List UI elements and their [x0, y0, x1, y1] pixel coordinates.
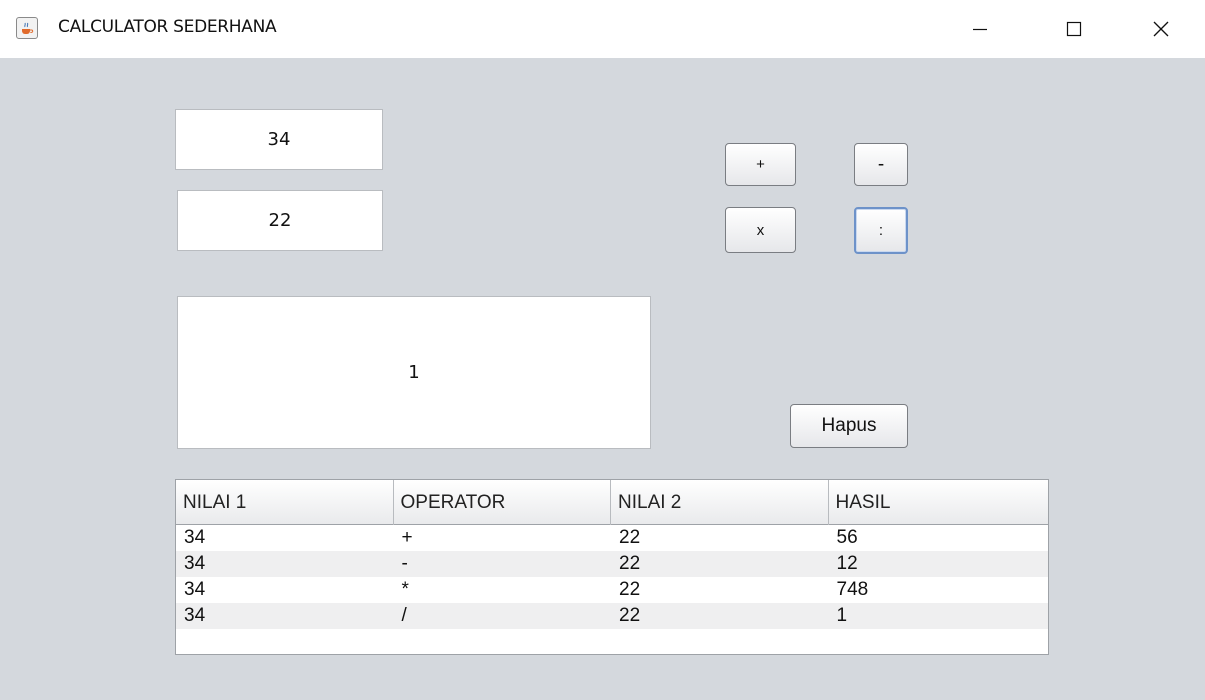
- nilai1-input[interactable]: 34: [175, 109, 383, 170]
- result-display: 1: [177, 296, 651, 449]
- column-header-nilai2[interactable]: NILAI 2: [611, 480, 829, 525]
- table-row[interactable]: 34 + 22 56: [176, 525, 1048, 551]
- cell-operator: -: [401, 553, 408, 574]
- cell-nilai2: 22: [619, 527, 641, 548]
- window-title: CALCULATOR SEDERHANA: [58, 17, 277, 37]
- calculator-window: CALCULATOR SEDERHANA 34 22 + - x : 1 Hap…: [0, 0, 1205, 700]
- table-row[interactable]: 34 / 22 1: [176, 603, 1048, 629]
- cell-nilai1: 34: [184, 605, 206, 626]
- cell-nilai2: 22: [619, 553, 641, 574]
- subtract-button[interactable]: -: [854, 143, 908, 186]
- cell-hasil: 1: [836, 605, 848, 626]
- title-bar[interactable]: CALCULATOR SEDERHANA: [0, 0, 1205, 58]
- hapus-button[interactable]: Hapus: [790, 404, 908, 448]
- cell-nilai1: 34: [184, 553, 206, 574]
- cell-operator: +: [401, 527, 413, 548]
- table-header: NILAI 1 OPERATOR NILAI 2 HASIL: [176, 480, 1048, 525]
- cell-hasil: 748: [836, 579, 869, 600]
- maximize-button[interactable]: [1043, 0, 1105, 58]
- close-button[interactable]: [1130, 0, 1192, 58]
- divide-button[interactable]: :: [854, 207, 908, 254]
- cell-hasil: 56: [836, 527, 858, 548]
- nilai2-input[interactable]: 22: [177, 190, 383, 251]
- java-cup-icon: [16, 17, 38, 39]
- cell-operator: *: [401, 579, 409, 600]
- table-row[interactable]: 34 * 22 748: [176, 577, 1048, 603]
- cell-nilai2: 22: [619, 605, 641, 626]
- minimize-icon: [973, 28, 987, 31]
- history-table[interactable]: NILAI 1 OPERATOR NILAI 2 HASIL 34 + 22 5…: [175, 479, 1049, 655]
- column-header-nilai1[interactable]: NILAI 1: [176, 480, 394, 525]
- maximize-icon: [1066, 21, 1082, 37]
- close-icon: [1153, 21, 1169, 37]
- cell-operator: /: [401, 605, 407, 626]
- add-button[interactable]: +: [725, 143, 796, 186]
- cell-nilai2: 22: [619, 579, 641, 600]
- table-row[interactable]: 34 - 22 12: [176, 551, 1048, 577]
- cell-nilai1: 34: [184, 579, 206, 600]
- column-header-operator[interactable]: OPERATOR: [394, 480, 611, 525]
- minimize-button[interactable]: [949, 0, 1011, 58]
- column-header-hasil[interactable]: HASIL: [829, 480, 1049, 525]
- cell-hasil: 12: [836, 553, 858, 574]
- multiply-button[interactable]: x: [725, 207, 796, 253]
- cell-nilai1: 34: [184, 527, 206, 548]
